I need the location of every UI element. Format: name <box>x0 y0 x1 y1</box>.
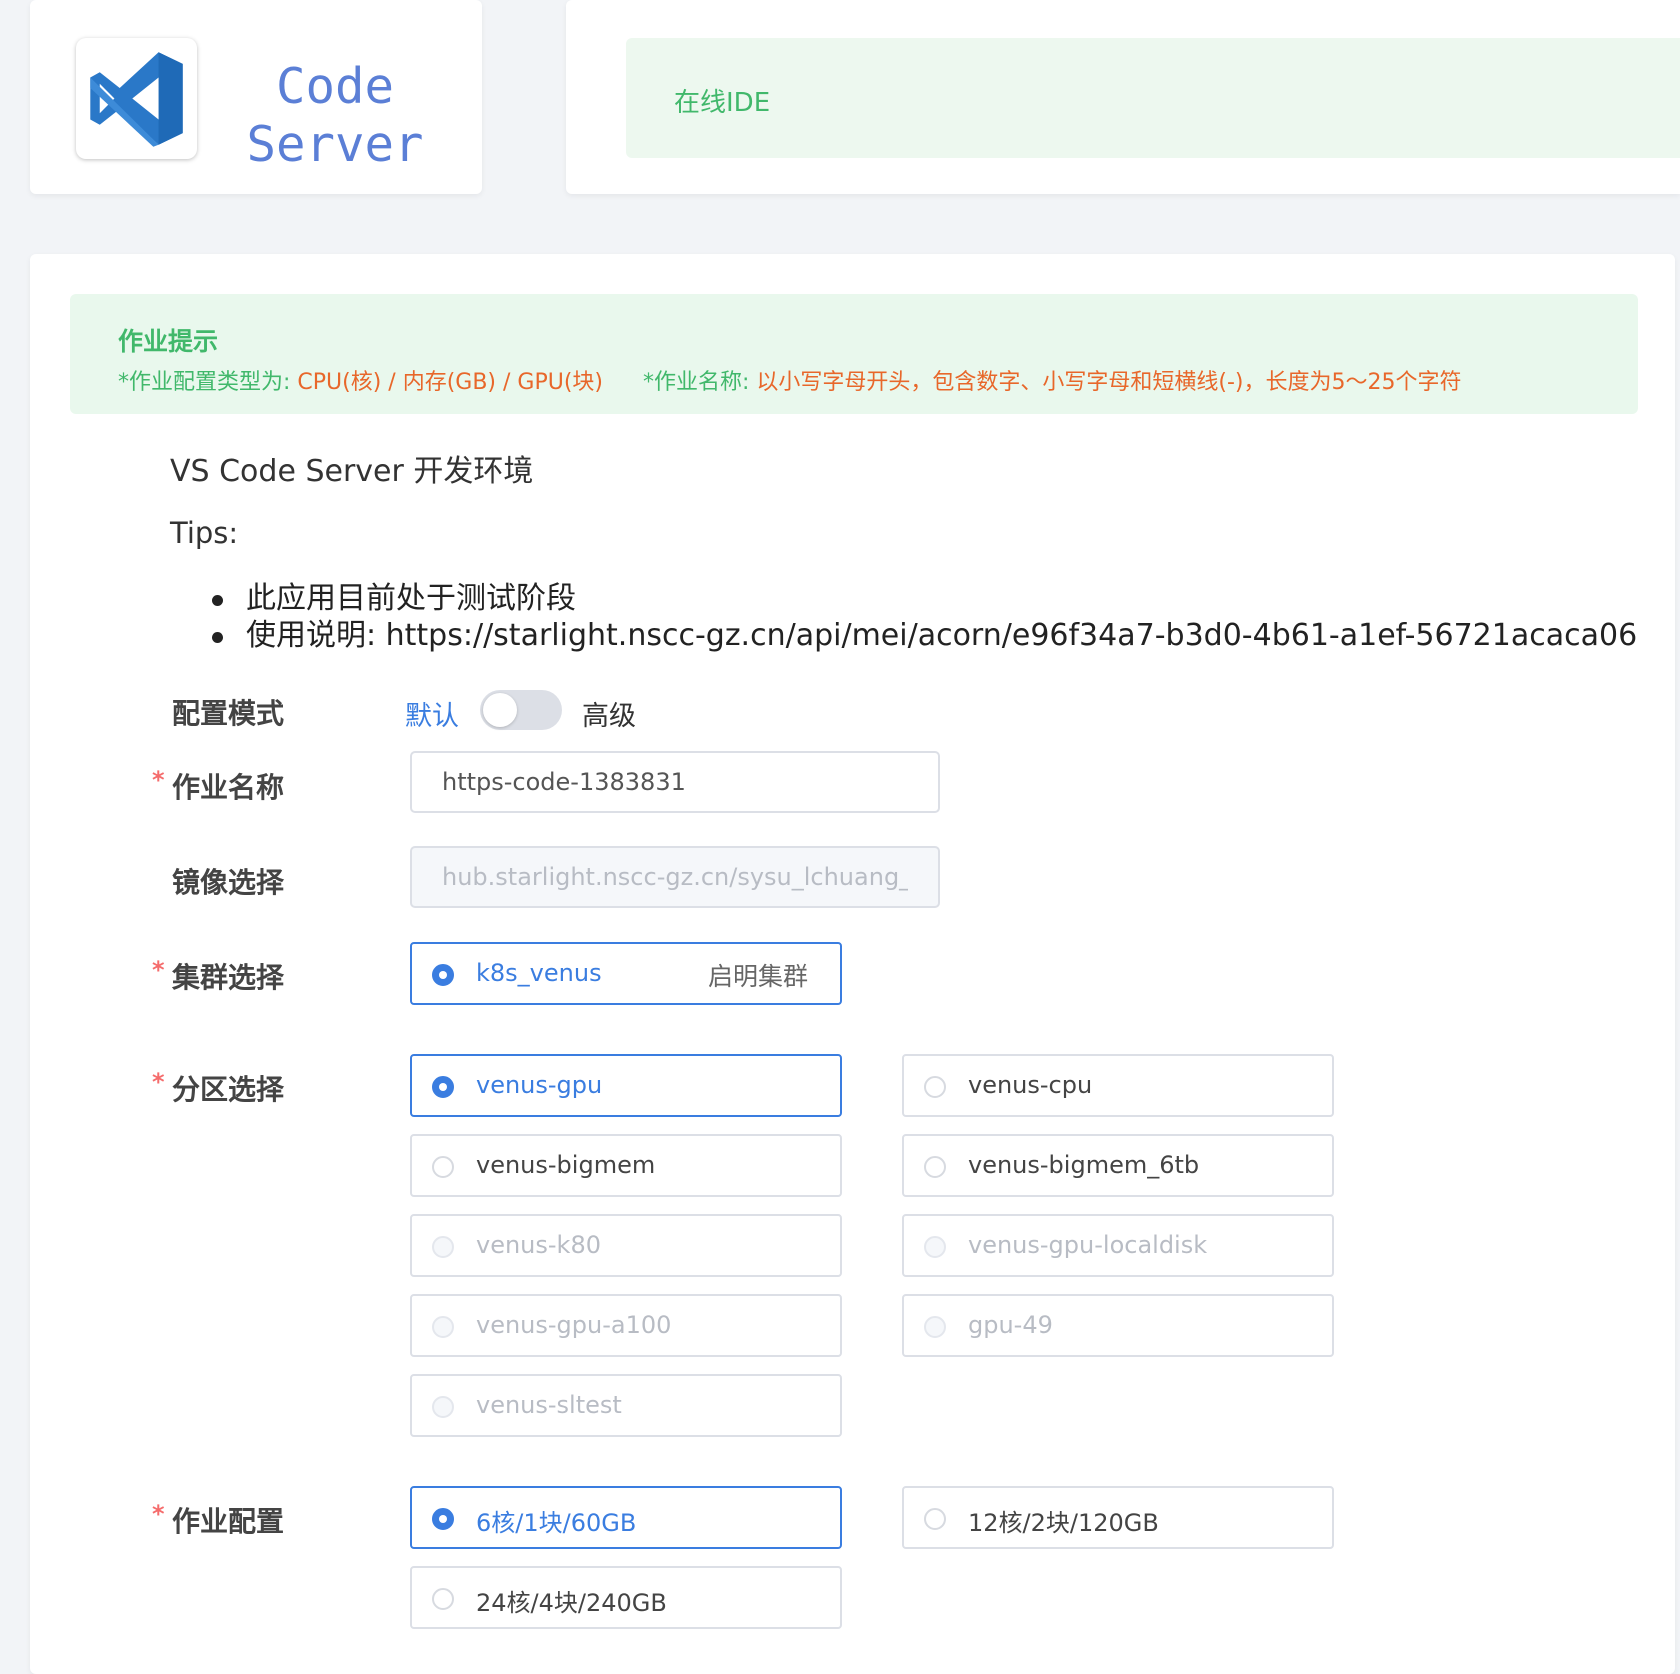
partition-option-label: venus-gpu-localdisk <box>968 1231 1208 1259</box>
partition-option-venus-bigmem[interactable]: venus-bigmem <box>410 1134 842 1197</box>
cluster-option-k8s-venus[interactable]: k8s_venus 启明集群 <box>410 942 842 1005</box>
partition-option-label: venus-bigmem_6tb <box>968 1151 1200 1179</box>
job-config-option-6c[interactable]: 6核/1块/60GB <box>410 1486 842 1549</box>
radio-selected-icon <box>432 964 454 986</box>
partition-option-label: venus-gpu <box>476 1071 603 1099</box>
partition-option-label: venus-bigmem <box>476 1151 656 1179</box>
partition-option-gpu-49: gpu-49 <box>902 1294 1334 1357</box>
app-title: Code Server <box>246 58 424 173</box>
partition-option-venus-k80: venus-k80 <box>410 1214 842 1277</box>
notice-name-value: 以小写字母开头，包含数字、小写字母和短横线(-)，长度为5～25个字符 <box>756 370 1462 395</box>
radio-disabled-icon <box>432 1396 454 1418</box>
partition-option-venus-cpu[interactable]: venus-cpu <box>902 1054 1334 1117</box>
mode-default-label[interactable]: 默认 <box>405 694 459 733</box>
notice-title: 作业提示 <box>118 327 219 356</box>
tip-item-usage-link[interactable]: 使用说明: https://starlight.nscc-gz.cn/api/m… <box>211 617 1637 654</box>
radio-icon <box>924 1156 946 1178</box>
notice-name-label: *作业名称: <box>643 370 757 395</box>
job-form-card: 作业提示 *作业配置类型为: CPU(核) / 内存(GB) / GPU(块) *… <box>30 254 1675 1674</box>
partition-option-venus-gpu[interactable]: venus-gpu <box>410 1054 842 1117</box>
tip-item: 此应用目前处于测试阶段 <box>211 580 1637 617</box>
job-config-option-label: 24核/4块/240GB <box>476 1589 667 1617</box>
partition-option-venus-bigmem-6tb[interactable]: venus-bigmem_6tb <box>902 1134 1334 1197</box>
cluster-option-desc: 启明集群 <box>707 962 808 991</box>
job-config-option-label: 6核/1块/60GB <box>476 1509 637 1537</box>
job-name-input[interactable] <box>410 751 940 813</box>
app-header-card: Code Server <box>30 0 482 194</box>
radio-selected-icon <box>432 1508 454 1530</box>
partition-option-label: venus-sltest <box>476 1391 622 1419</box>
cluster-label: * 集群选择 <box>152 956 285 994</box>
radio-disabled-icon <box>432 1236 454 1258</box>
required-mark: * <box>152 956 165 984</box>
app-description-card: 在线IDE <box>566 0 1680 194</box>
notice-line: *作业配置类型为: CPU(核) / 内存(GB) / GPU(块) *作业名称:… <box>118 364 1462 396</box>
tips-label: Tips: <box>170 516 239 550</box>
job-name-label: * 作业名称 <box>152 766 285 804</box>
required-mark: * <box>152 1068 165 1096</box>
app-description-box: 在线IDE <box>626 38 1680 158</box>
cluster-option-name: k8s_venus <box>476 959 602 987</box>
partition-option-venus-gpu-localdisk: venus-gpu-localdisk <box>902 1214 1334 1277</box>
radio-icon <box>432 1588 454 1610</box>
partition-option-label: venus-cpu <box>968 1071 1093 1099</box>
partition-label: * 分区选择 <box>152 1068 285 1106</box>
partition-option-label: gpu-49 <box>968 1311 1053 1339</box>
radio-disabled-icon <box>432 1316 454 1338</box>
intro-title: VS Code Server 开发环境 <box>170 454 534 489</box>
image-label: 镜像选择 <box>172 866 285 899</box>
tips-list: 此应用目前处于测试阶段 使用说明: https://starlight.nscc… <box>211 580 1637 654</box>
job-config-option-12c[interactable]: 12核/2块/120GB <box>902 1486 1334 1549</box>
app-description: 在线IDE <box>674 88 771 118</box>
mode-advanced-label[interactable]: 高级 <box>582 694 636 733</box>
required-mark: * <box>152 1500 165 1528</box>
notice-config-label: *作业配置类型为: <box>118 370 298 395</box>
toggle-knob <box>483 693 517 727</box>
radio-disabled-icon <box>924 1236 946 1258</box>
radio-disabled-icon <box>924 1316 946 1338</box>
vscode-logo-icon <box>76 38 197 159</box>
partition-option-venus-sltest: venus-sltest <box>410 1374 842 1437</box>
radio-icon <box>924 1508 946 1530</box>
radio-icon <box>432 1156 454 1178</box>
job-notice: 作业提示 *作业配置类型为: CPU(核) / 内存(GB) / GPU(块) *… <box>70 294 1638 414</box>
partition-option-label: venus-k80 <box>476 1231 601 1259</box>
mode-toggle-switch[interactable] <box>480 690 562 730</box>
job-config-option-label: 12核/2块/120GB <box>968 1509 1159 1537</box>
required-mark: * <box>152 766 165 794</box>
notice-config-value: CPU(核) / 内存(GB) / GPU(块) <box>297 370 603 395</box>
mode-label: 配置模式 <box>172 697 285 730</box>
job-config-label: * 作业配置 <box>152 1500 285 1538</box>
radio-icon <box>924 1076 946 1098</box>
radio-selected-icon <box>432 1076 454 1098</box>
partition-option-venus-gpu-a100: venus-gpu-a100 <box>410 1294 842 1357</box>
partition-option-label: venus-gpu-a100 <box>476 1311 672 1339</box>
image-input <box>410 846 940 908</box>
job-config-option-24c[interactable]: 24核/4块/240GB <box>410 1566 842 1629</box>
